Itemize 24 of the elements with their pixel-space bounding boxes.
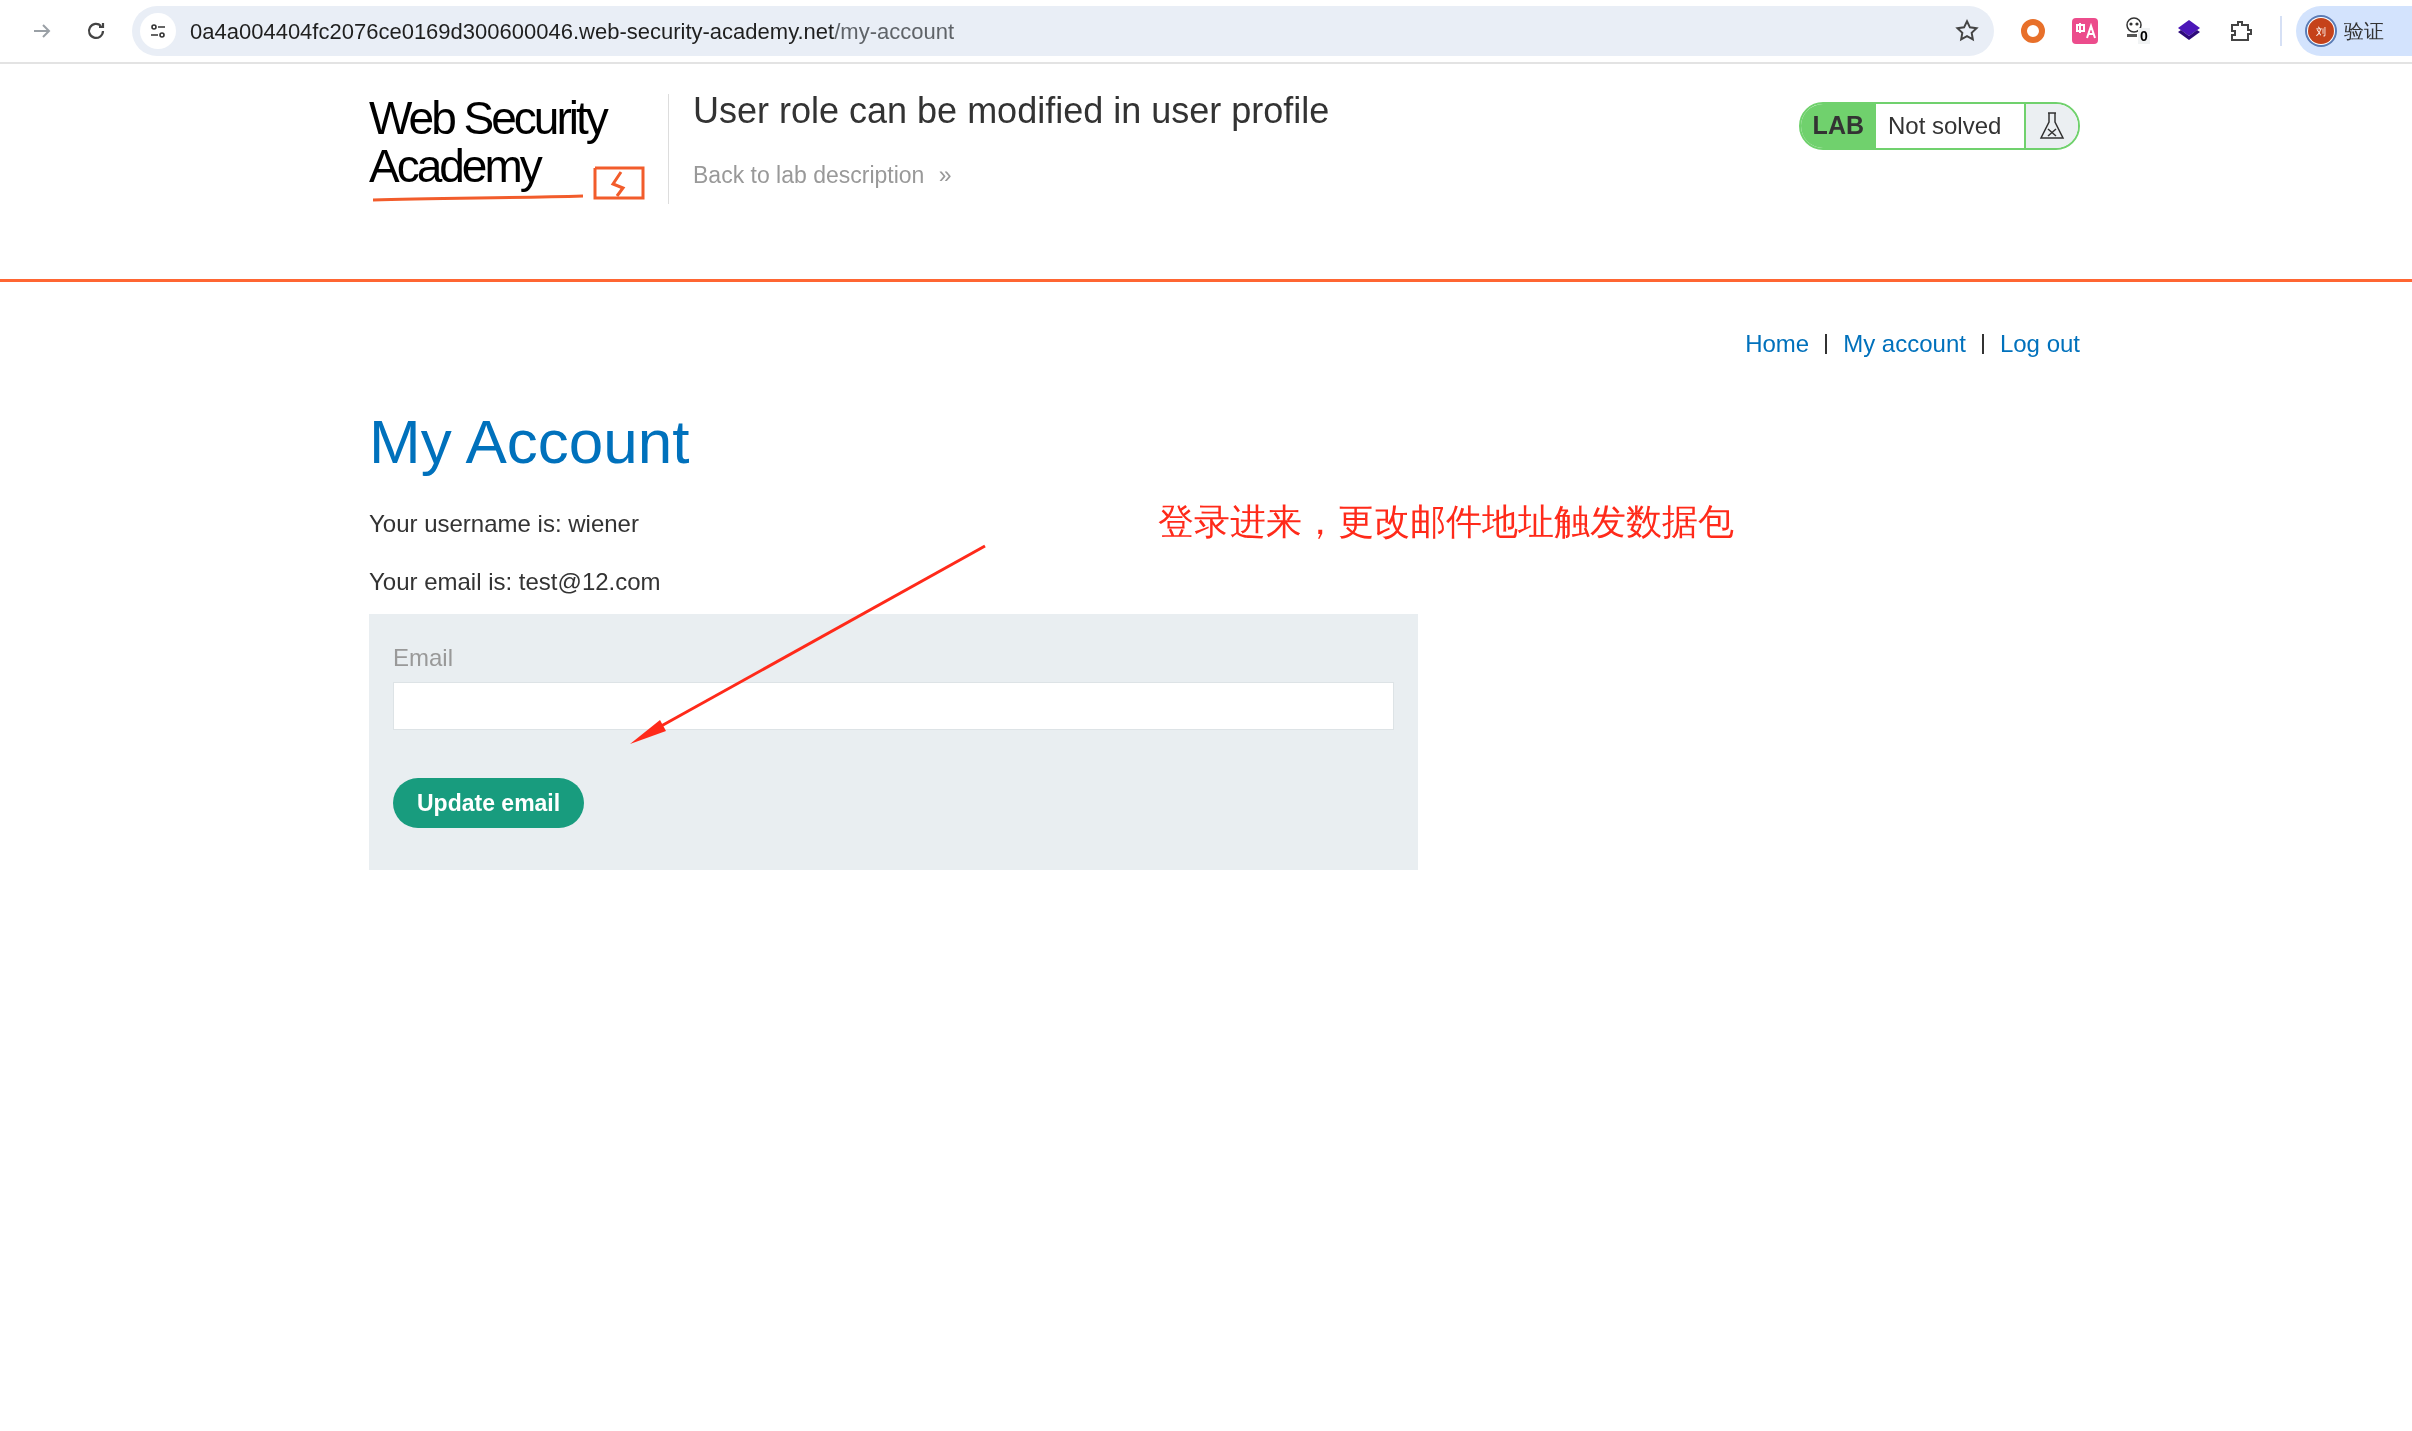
email-input[interactable] (393, 682, 1394, 730)
ring-extension-icon[interactable] (2020, 18, 2046, 44)
page-heading: My Account (369, 406, 691, 478)
profile-button[interactable]: 刘 验证 (2296, 6, 2412, 56)
address-bar[interactable]: 0a4a004404fc2076ce0169d300600046.web-security-academy.net/my-account (132, 6, 1994, 56)
nav-link[interactable]: Home (1745, 326, 1810, 362)
puzzle-icon[interactable] (2228, 18, 2254, 44)
profile-avatar: 刘 (2308, 18, 2334, 44)
site-settings-icon[interactable] (140, 13, 176, 49)
account-info-text: Your username is: wiener (369, 509, 639, 539)
nav-link[interactable]: Log out (1999, 326, 2080, 362)
lab-title: User role can be modified in user profile (693, 89, 1330, 133)
url-text: 0a4a004404fc2076ce0169d300600046.web-security-academy.net/my-account (190, 17, 954, 46)
update-email-button[interactable]: Update email (393, 778, 585, 828)
account-info-text: Your email is: test@12.com (369, 567, 661, 597)
email-label: Email (393, 643, 454, 673)
lab-tag: LAB (1800, 104, 1876, 148)
logo-text[interactable]: Web Security Academy (369, 94, 606, 190)
nav-link[interactable]: My account (1843, 326, 1966, 362)
extension-badge: 0 (2138, 28, 2150, 44)
bookmark-star-icon[interactable] (1954, 18, 1980, 44)
annotation-text: 登录进来，更改邮件地址触发数据包 (1158, 500, 1734, 544)
translate-extension-icon[interactable] (2072, 18, 2098, 44)
back-to-lab-link[interactable]: Back to lab description » (693, 158, 1330, 193)
